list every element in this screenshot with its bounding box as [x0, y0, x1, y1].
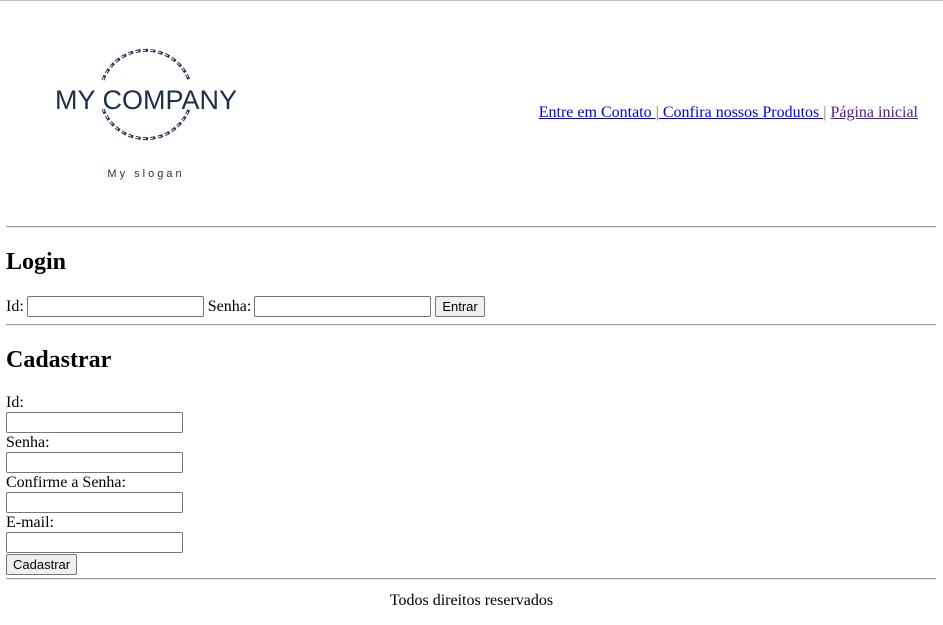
- register-id-input[interactable]: [6, 412, 183, 433]
- login-password-input[interactable]: [254, 296, 432, 317]
- nav-link-products[interactable]: Confira nossos Produtos: [659, 104, 823, 121]
- register-confirm-input[interactable]: [6, 492, 183, 513]
- login-title: Login: [6, 249, 67, 275]
- login-id-label: Id:: [6, 297, 24, 315]
- nav-link-contact[interactable]: Entre em Contato: [539, 104, 656, 121]
- login-submit-button[interactable]: Entrar: [435, 296, 485, 317]
- login-password-label: Senha:: [207, 297, 252, 315]
- register-title: Cadastrar: [6, 347, 112, 373]
- logo-company-name: MY COMPANY: [54, 85, 238, 115]
- footer-divider: [6, 578, 936, 580]
- register-email-label: E-mail:: [6, 514, 54, 531]
- footer-copyright: Todos direitos reservados: [389, 592, 554, 609]
- login-form: Id: Senha: Entrar: [6, 296, 485, 317]
- nav-link-home[interactable]: Página inicial: [830, 104, 918, 121]
- logo-slogan: My slogan: [107, 168, 185, 180]
- register-submit-button[interactable]: Cadastrar: [6, 554, 78, 575]
- top-nav: Entre em Contato | Confira nossos Produt…: [539, 104, 918, 122]
- company-logo: MY COMPANY My slogan: [40, 44, 252, 190]
- register-form: Id: Senha: Confirme a Senha: E-mail: Cad…: [6, 394, 183, 575]
- register-confirm-label: Confirme a Senha:: [6, 474, 126, 491]
- header-divider: [6, 226, 936, 228]
- top-border: [0, 0, 943, 1]
- register-password-label: Senha:: [6, 434, 50, 451]
- register-email-input[interactable]: [6, 532, 183, 553]
- login-divider: [6, 324, 936, 326]
- register-id-label: Id:: [6, 394, 24, 411]
- login-id-input[interactable]: [26, 296, 204, 317]
- register-password-input[interactable]: [6, 452, 183, 473]
